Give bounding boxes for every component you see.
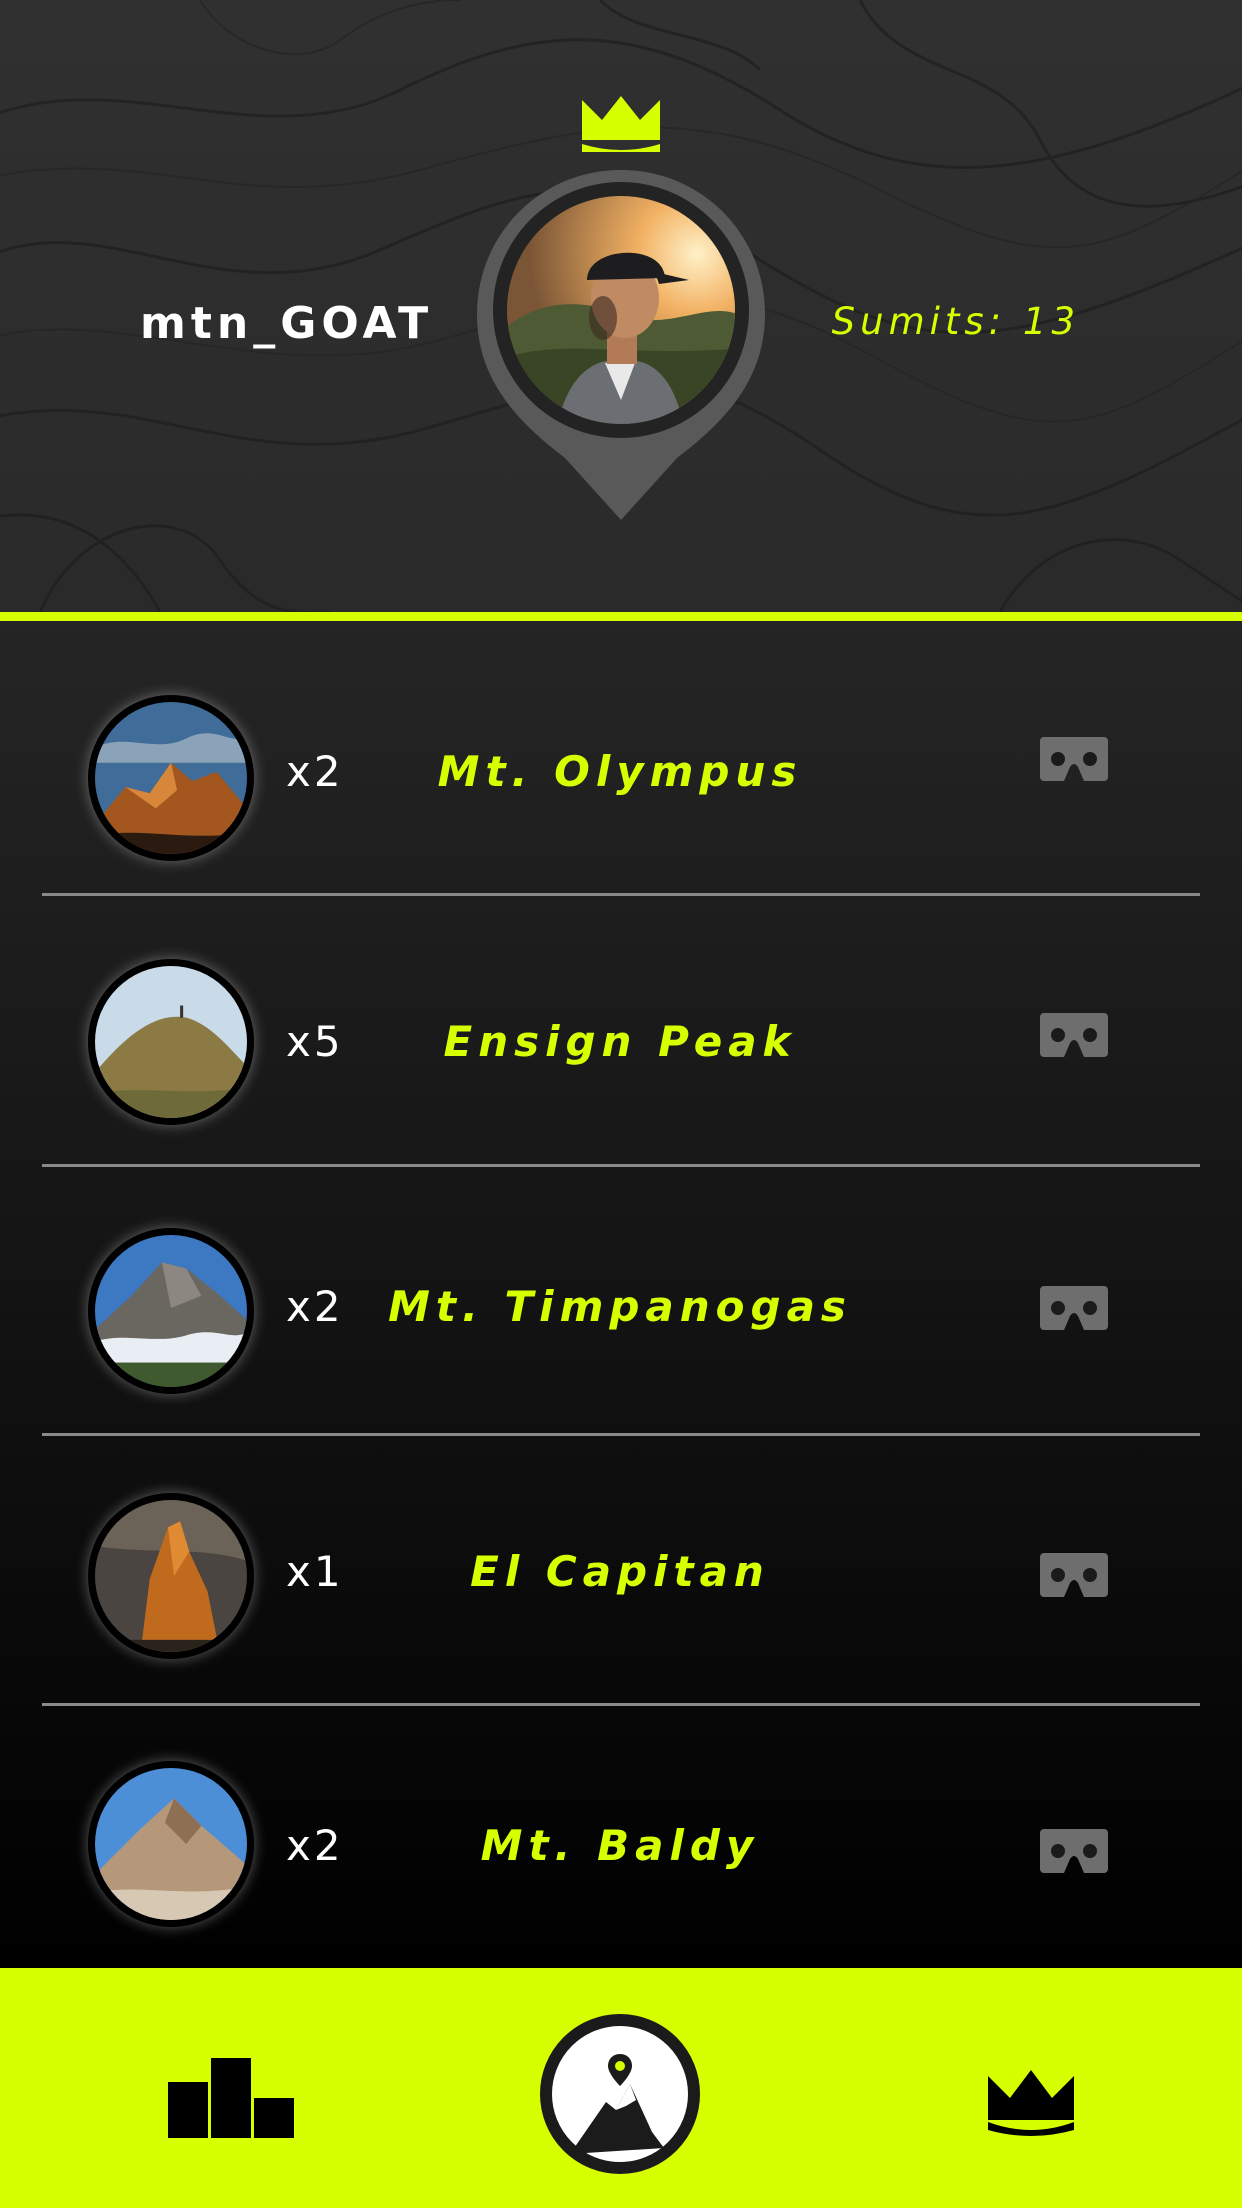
location-pin-avatar[interactable] — [475, 168, 767, 530]
summit-count: x5 — [286, 1017, 344, 1066]
peak-name[interactable]: Mt. Baldy — [340, 1821, 900, 1870]
peak-thumbnail — [88, 1493, 254, 1659]
list-item[interactable]: x2 Mt. Timpanogas — [0, 1164, 1242, 1432]
leaderboard-icon[interactable] — [168, 2058, 294, 2138]
bottom-nav — [0, 1968, 1242, 2208]
vr-headset-icon[interactable] — [1040, 1829, 1108, 1873]
list-item[interactable]: x5 Ensign Peak — [0, 893, 1242, 1161]
vr-headset-icon[interactable] — [1040, 1553, 1108, 1597]
crown-icon[interactable] — [986, 2068, 1076, 2136]
peak-thumbnail — [88, 1761, 254, 1927]
peak-name[interactable]: Ensign Peak — [340, 1017, 900, 1066]
peak-name[interactable]: Mt. Timpanogas — [340, 1282, 900, 1331]
header-divider — [0, 612, 1242, 621]
profile-header: mtn_GOAT Sumits: 13 — [0, 0, 1242, 612]
peak-thumbnail — [88, 1228, 254, 1394]
summit-list: x2 Mt. Olympus x5 Ensign Peak x2 Mt. Tim… — [0, 621, 1242, 1968]
summit-count: x2 — [286, 747, 344, 796]
summit-count: x1 — [286, 1547, 344, 1596]
peak-thumbnail — [88, 695, 254, 861]
summit-count: x2 — [286, 1282, 344, 1331]
list-item[interactable]: x2 Mt. Baldy — [0, 1703, 1242, 1971]
peak-name[interactable]: El Capitan — [340, 1547, 900, 1596]
vr-headset-icon[interactable] — [1040, 1286, 1108, 1330]
list-item[interactable]: x2 Mt. Olympus — [0, 621, 1242, 889]
crown-icon — [582, 96, 660, 152]
vr-headset-icon[interactable] — [1040, 737, 1108, 781]
peak-name[interactable]: Mt. Olympus — [340, 747, 900, 796]
peak-thumbnail — [88, 959, 254, 1125]
summits-count: Sumits: 13 — [831, 300, 1080, 343]
vr-headset-icon[interactable] — [1040, 1013, 1108, 1057]
username: mtn_GOAT — [140, 298, 434, 349]
list-item[interactable]: x1 El Capitan — [0, 1433, 1242, 1701]
summit-count: x2 — [286, 1821, 344, 1870]
mountain-summit-icon[interactable] — [540, 2014, 700, 2174]
